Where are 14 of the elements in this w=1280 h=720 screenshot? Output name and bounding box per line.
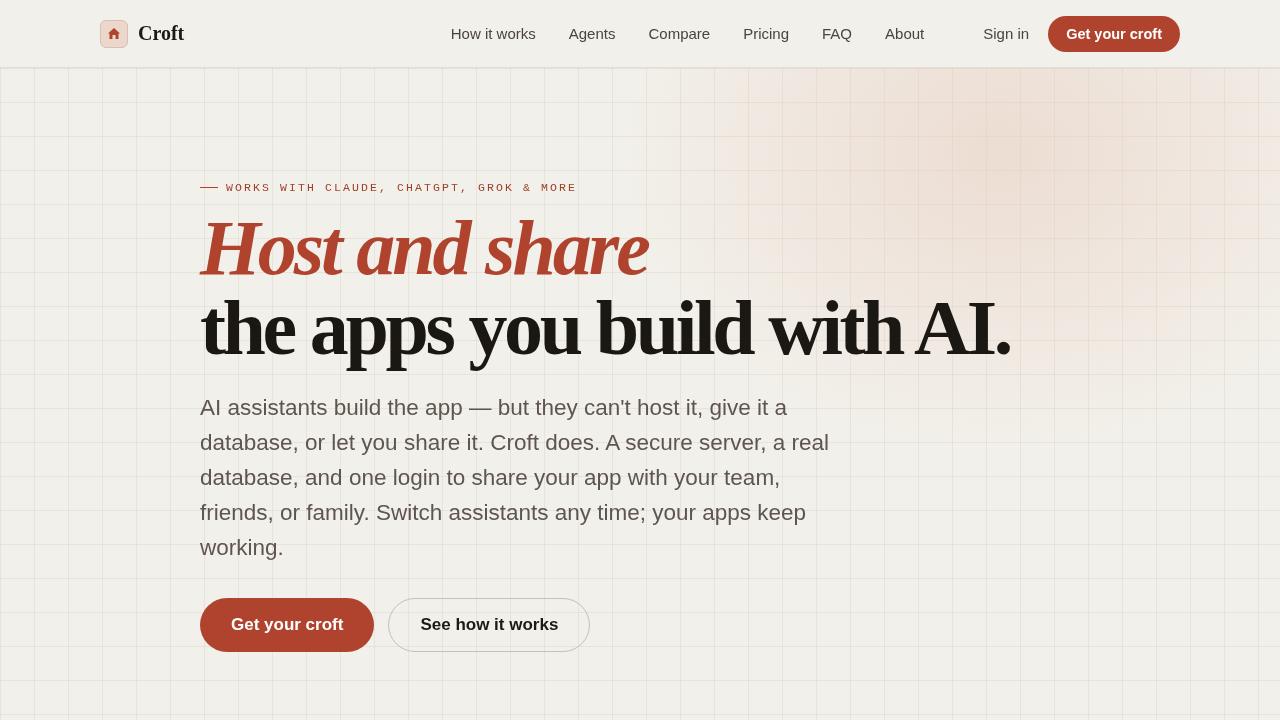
- headline-accent: Host and share: [200, 208, 650, 288]
- nav-link[interactable]: Compare: [648, 25, 711, 42]
- nav-link[interactable]: Agents: [568, 25, 616, 42]
- house-icon: [100, 19, 128, 48]
- nav-link[interactable]: How it works: [450, 25, 536, 42]
- sign-in-link[interactable]: Sign in: [983, 25, 1030, 42]
- intro-paragraph: AI assistants build the app — but they can't host it, give it a database, or let you share it. Croft does. A secure server, a real database, and one login to share your app with your team, friends, or family. Switch assistants any time; your apps keep working.: [200, 394, 831, 562]
- nav-link[interactable]: FAQ: [822, 25, 853, 42]
- nav-link[interactable]: About: [885, 25, 925, 42]
- eyebrow-text: WORKS WITH CLAUDE, CHATGPT, GROK & MORE: [226, 181, 578, 194]
- get-started-button[interactable]: Get your croft: [200, 598, 375, 652]
- cta-button[interactable]: Get your croft: [1048, 15, 1180, 52]
- brand-name[interactable]: Croft: [138, 22, 185, 45]
- nav-link[interactable]: Pricing: [743, 25, 790, 42]
